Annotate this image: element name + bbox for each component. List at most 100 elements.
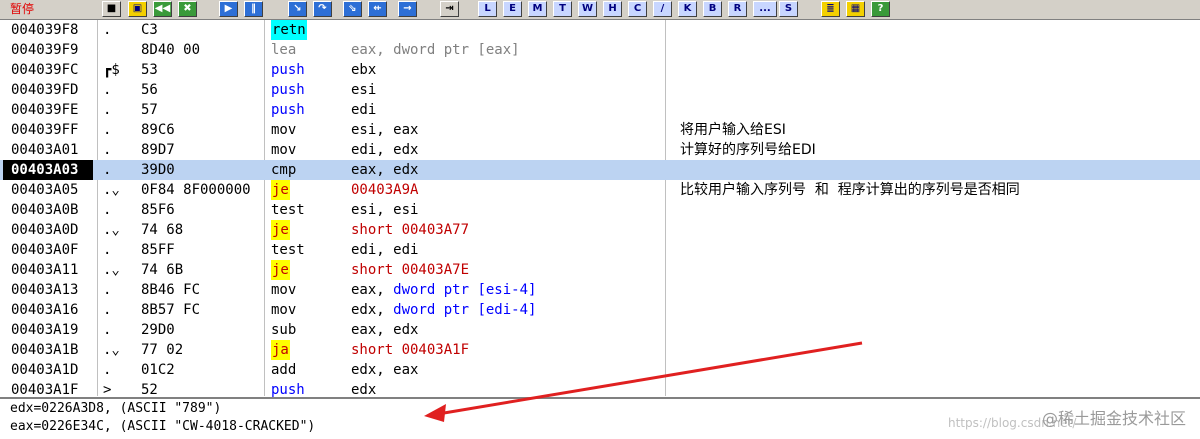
- comment-cell: 比较用户输入序列号 和 程序计算出的序列号是否相同: [680, 182, 1020, 198]
- flow-marker: .⌄: [103, 182, 120, 198]
- hex-bytes-cell: 89C6: [141, 122, 175, 138]
- view-e-button[interactable]: E: [503, 1, 522, 17]
- mnemonic-cell: je: [271, 220, 290, 240]
- flow-marker: .⌄: [103, 262, 120, 278]
- instruction-row[interactable]: 00403A19. 29D0 sub eax, edx: [0, 320, 1200, 340]
- hex-bytes-cell: 85F6: [141, 202, 175, 218]
- flow-marker: ┏$: [103, 62, 120, 78]
- address-cell: 00403A11: [11, 262, 79, 278]
- operands-cell: short 00403A1F: [351, 342, 470, 358]
- hex-bytes-cell: 8B57 FC: [141, 302, 201, 318]
- hex-bytes-cell: 53: [141, 62, 158, 78]
- instruction-row[interactable]: 00403A11 .⌄ 74 6B je short 00403A7E: [0, 260, 1200, 280]
- address-cell: 00403A19: [11, 322, 79, 338]
- instruction-row[interactable]: 004039FC ┏$ 53 push ebx: [0, 60, 1200, 80]
- view-s-button[interactable]: S: [779, 1, 798, 17]
- trace-over-button[interactable]: ⇷: [368, 1, 387, 17]
- address-cell: 00403A05: [11, 182, 79, 198]
- instruction-row[interactable]: 00403A0D .⌄ 74 68 je short 00403A77: [0, 220, 1200, 240]
- close-button[interactable]: ✖: [178, 1, 197, 17]
- instruction-row[interactable]: 00403A1B .⌄ 77 02 ja short 00403A1F: [0, 340, 1200, 360]
- instruction-row[interactable]: 00403A16. 8B57 FC mov edx, dword ptr [edi-4…: [0, 300, 1200, 320]
- instruction-row[interactable]: 00403A0F. 85FF test edi, edi: [0, 240, 1200, 260]
- instruction-row[interactable]: 004039FE. 57 push edi: [0, 100, 1200, 120]
- info-line-edx: edx=0226A3D8, (ASCII "789"): [10, 401, 222, 416]
- address-cell: 004039F9: [11, 42, 79, 58]
- view-l-button[interactable]: L: [478, 1, 497, 17]
- hex-bytes-cell: 85FF: [141, 242, 175, 258]
- flow-marker: .⌄: [103, 222, 120, 238]
- operand-register: eax,: [351, 282, 394, 298]
- comment-cell: 计算好的序列号给EDI: [680, 142, 816, 158]
- instruction-row[interactable]: 00403A05 .⌄ 0F84 8F000000 je 00403A9A 比较用户输入序…: [0, 180, 1200, 200]
- open-button[interactable]: ▣: [128, 1, 147, 17]
- view-slash-button[interactable]: /: [653, 1, 672, 17]
- help-icon-button[interactable]: ?: [871, 1, 890, 17]
- instruction-row[interactable]: 004039FD. 56 push esi: [0, 80, 1200, 100]
- operands-cell: ebx: [351, 62, 377, 78]
- address-cell: 00403A0B: [11, 202, 79, 218]
- flow-marker: .: [103, 282, 112, 298]
- trace-into-button[interactable]: ⇘: [343, 1, 362, 17]
- operands-cell: edi, edx: [351, 142, 419, 158]
- hex-bytes-cell: 89D7: [141, 142, 175, 158]
- instruction-row[interactable]: 004039FF. 89C6 mov esi, eax 将用户输入给ESI: [0, 120, 1200, 140]
- rewind-button[interactable]: ◀◀: [153, 1, 172, 17]
- view-more-button[interactable]: ...: [753, 1, 777, 17]
- flow-marker: .: [103, 82, 112, 98]
- list-icon-button[interactable]: ≣: [821, 1, 840, 17]
- address-cell: 004039FE: [11, 102, 79, 118]
- view-r-button[interactable]: R: [728, 1, 747, 17]
- instruction-row[interactable]: 00403A13. 8B46 FC mov eax, dword ptr [esi-4…: [0, 280, 1200, 300]
- hex-bytes-cell: 8B46 FC: [141, 282, 201, 298]
- hex-bytes-cell: 29D0: [141, 322, 175, 338]
- operands-cell: eax, edx: [351, 162, 419, 178]
- mnemonic-cell: cmp: [271, 162, 297, 178]
- view-k-button[interactable]: K: [678, 1, 697, 17]
- step-into-button[interactable]: ↘: [288, 1, 307, 17]
- mnemonic-cell: push: [271, 82, 305, 98]
- view-w-button[interactable]: W: [578, 1, 597, 17]
- toolbar: 暂停 ■ ▣ ◀◀ ✖ ▶ ‖ ↘ ↷ ⇘ ⇷ → ⇥ L E M T W H C / K B R... S ≣ ▦?: [0, 0, 1200, 20]
- hex-bytes-cell: 57: [141, 102, 158, 118]
- operands-cell: 00403A9A: [351, 182, 419, 198]
- mnemonic-cell: push: [271, 102, 305, 118]
- operands-cell: esi: [351, 82, 377, 98]
- mnemonic-cell: ja: [271, 340, 290, 360]
- hex-bytes-cell: C3: [141, 22, 158, 38]
- instruction-row[interactable]: 00403A1D. 01C2 add edx, eax: [0, 360, 1200, 380]
- view-m-button[interactable]: M: [528, 1, 547, 17]
- operands-cell: eax, dword ptr [eax]: [351, 42, 520, 58]
- run-button[interactable]: ▶: [219, 1, 238, 17]
- view-t-button[interactable]: T: [553, 1, 572, 17]
- operand-memory: dword ptr [edi-4]: [393, 302, 537, 318]
- view-b-button[interactable]: B: [703, 1, 722, 17]
- pause-button[interactable]: ‖: [244, 1, 263, 17]
- info-line-eax: eax=0226E34C, (ASCII "CW-4018-CRACKED"): [10, 419, 316, 434]
- address-cell: 004039FD: [11, 82, 79, 98]
- step-over-button[interactable]: ↷: [313, 1, 332, 17]
- goto-button[interactable]: ⇥: [440, 1, 459, 17]
- flow-marker: .⌄: [103, 342, 120, 358]
- flow-marker: .: [103, 162, 112, 178]
- mnemonic-cell: mov: [271, 282, 297, 298]
- disassembly-pane[interactable]: 004039F8. C3 retn 004039F9 8D40 00 lea eax, dw…: [0, 20, 1200, 398]
- instruction-row[interactable]: 004039F8. C3 retn: [0, 20, 1200, 40]
- view-h-button[interactable]: H: [603, 1, 622, 17]
- grid-icon-button[interactable]: ▦: [846, 1, 865, 17]
- flow-marker: .: [103, 242, 112, 258]
- view-c-button[interactable]: C: [628, 1, 647, 17]
- current-instruction-row[interactable]: 00403A03. 39D0 cmp eax, edx: [0, 160, 1200, 180]
- operands-cell: short 00403A7E: [351, 262, 470, 278]
- instruction-row[interactable]: 00403A0B. 85F6 test esi, esi: [0, 200, 1200, 220]
- instruction-row[interactable]: 004039F9 8D40 00 lea eax, dword ptr [eax]: [0, 40, 1200, 60]
- execute-till-return-button[interactable]: →: [398, 1, 417, 17]
- stop-button[interactable]: ■: [102, 1, 121, 17]
- instruction-row[interactable]: 00403A01. 89D7 mov edi, edx 计算好的序列号给EDI: [0, 140, 1200, 160]
- hex-bytes-cell: 0F84 8F000000: [141, 182, 251, 198]
- status-indicator: 暂停: [0, 0, 84, 19]
- address-cell: 004039F8: [11, 22, 79, 38]
- address-cell: 00403A0F: [11, 242, 79, 258]
- address-cell: 00403A13: [11, 282, 79, 298]
- mnemonic-cell: test: [271, 242, 305, 258]
